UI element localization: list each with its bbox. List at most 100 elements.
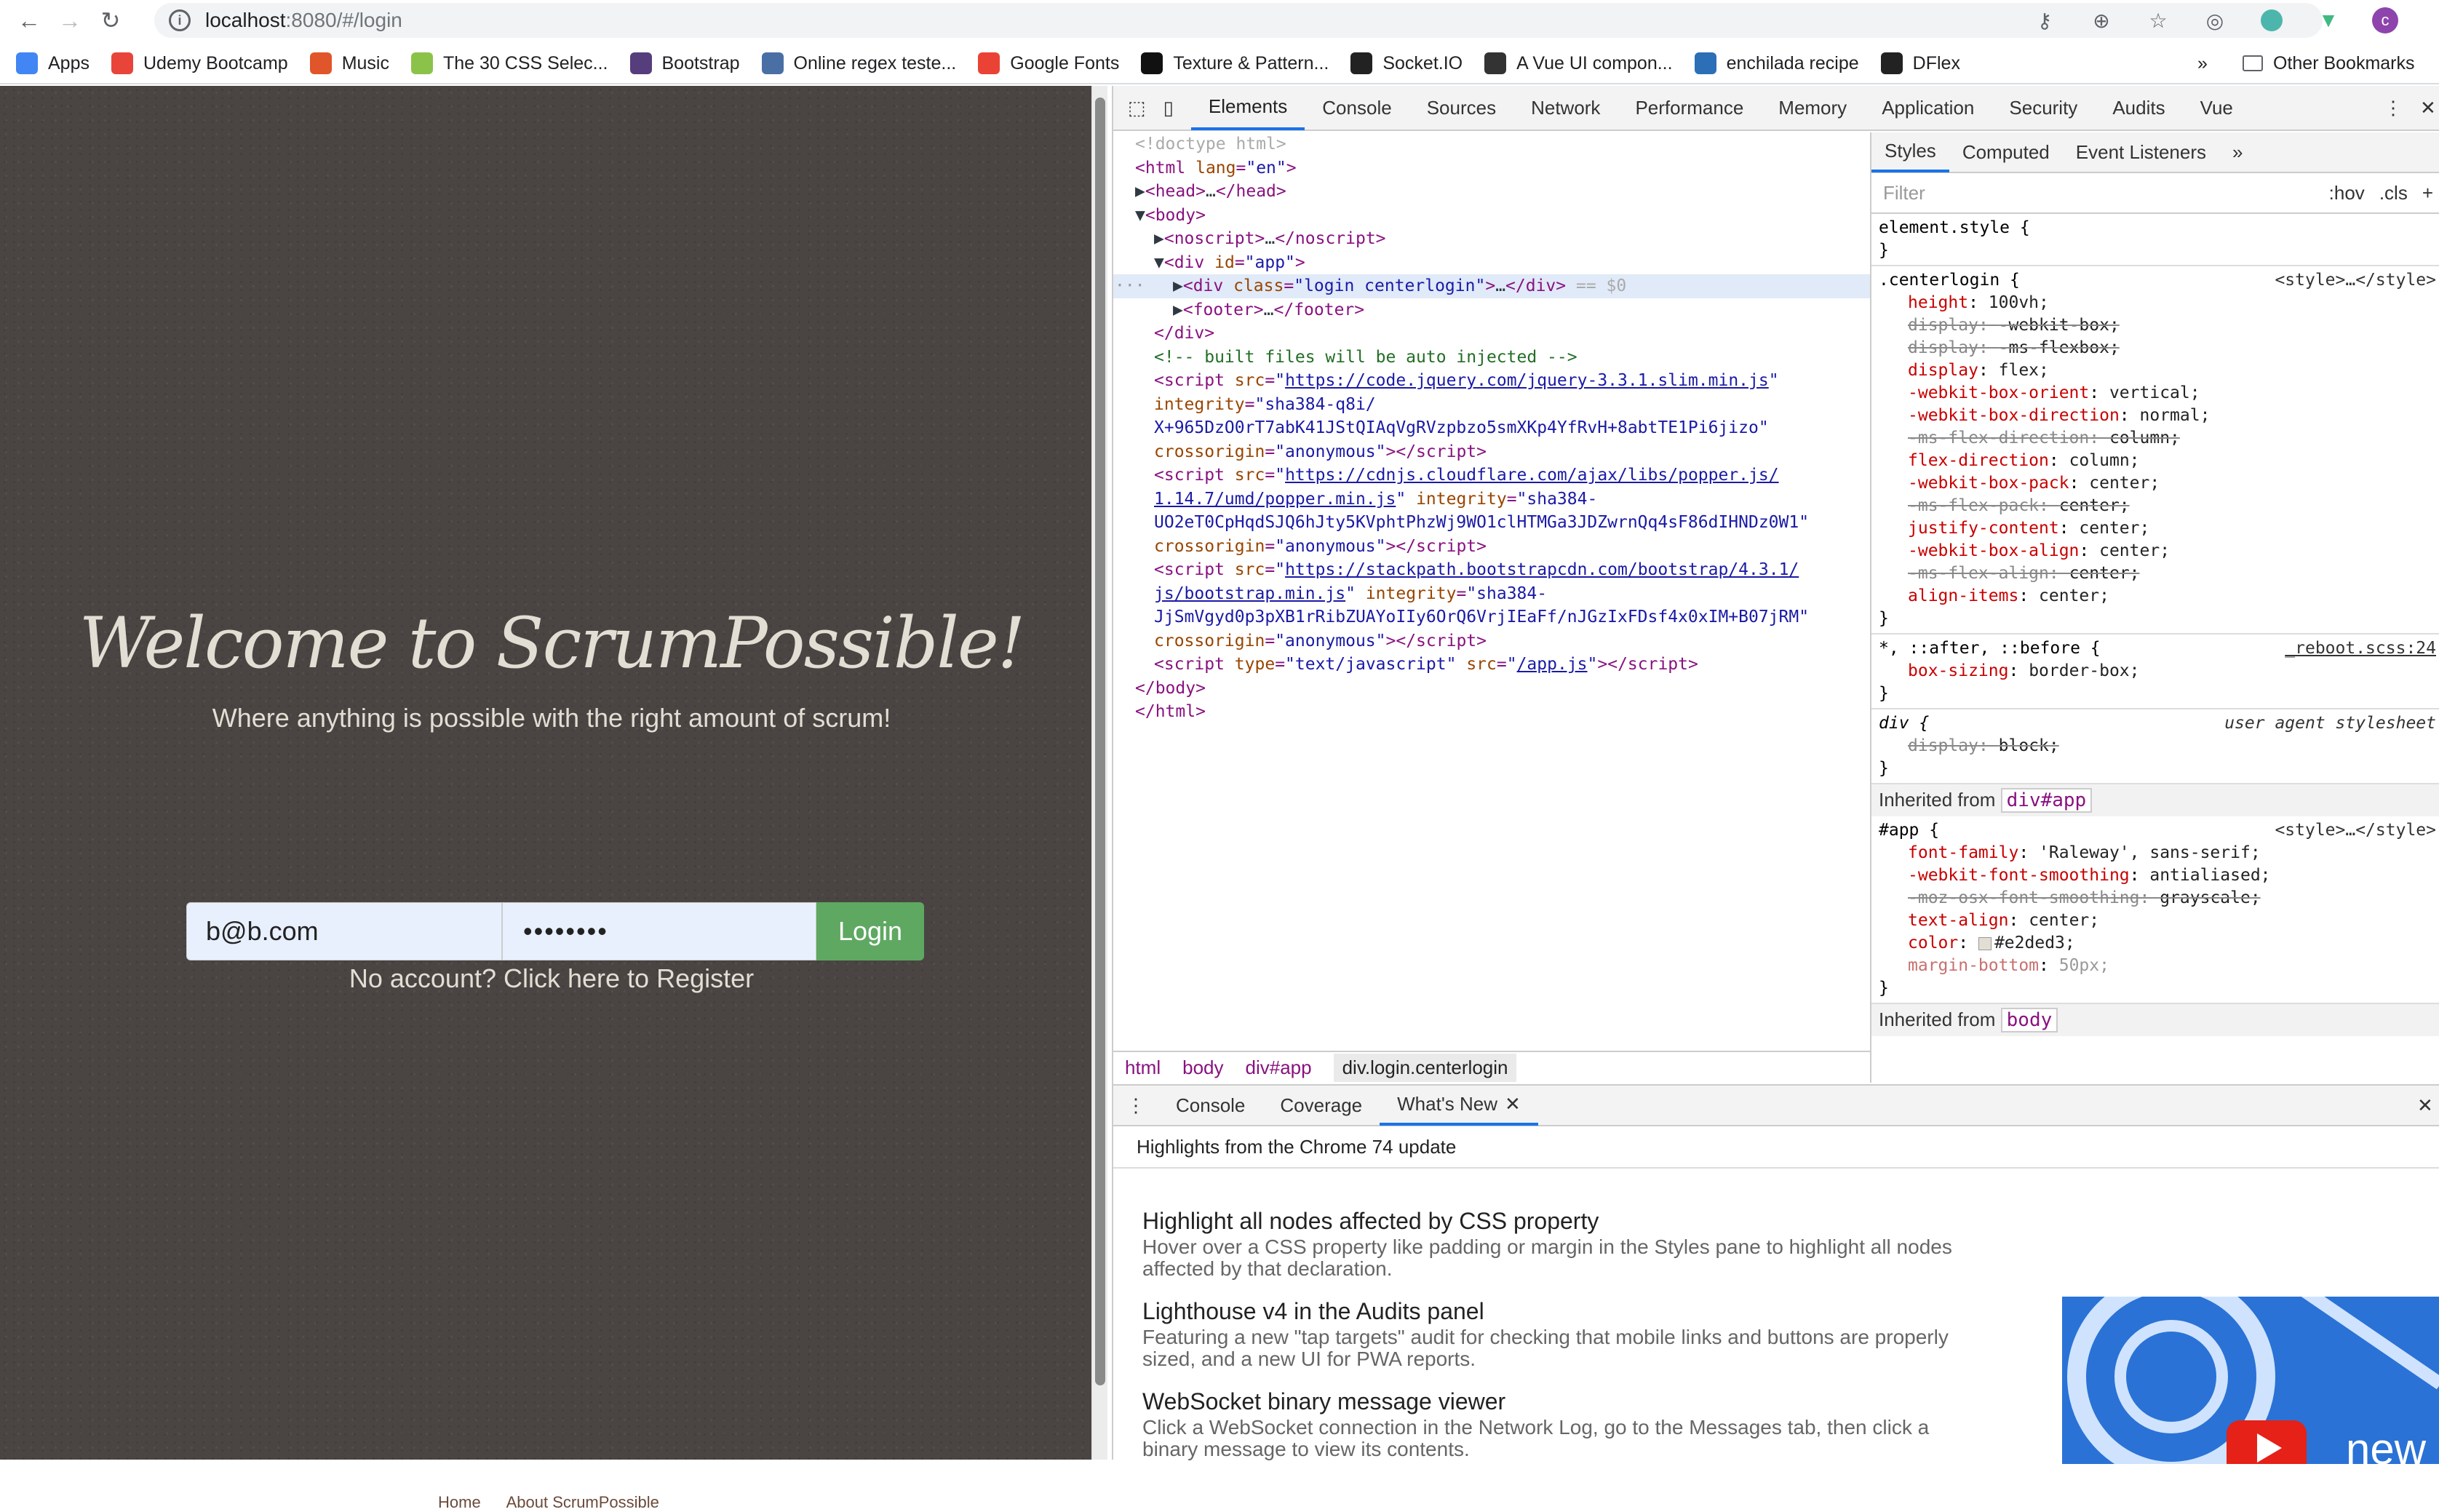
tab-application[interactable]: Application: [1864, 85, 1992, 130]
css-declaration[interactable]: justify-content: center;: [1879, 517, 2433, 540]
css-declaration[interactable]: margin-bottom: 50px;: [1879, 955, 2433, 977]
dom-node[interactable]: ▼<body>: [1113, 204, 1870, 228]
cls-toggle[interactable]: .cls: [2379, 182, 2408, 204]
dom-node[interactable]: <html lang="en">: [1113, 156, 1870, 180]
css-declaration[interactable]: -webkit-box-direction: normal;: [1879, 405, 2433, 427]
close-tab-icon[interactable]: ✕: [1505, 1093, 1521, 1115]
css-declaration[interactable]: -webkit-box-pack: center;: [1879, 472, 2433, 495]
styles-filter-input[interactable]: Filter: [1883, 182, 1925, 204]
css-declaration[interactable]: -ms-flex-direction: column;: [1879, 427, 2433, 450]
scrollbar-thumb[interactable]: [1095, 98, 1105, 1385]
css-source-link[interactable]: <style>…</style>: [2275, 819, 2436, 842]
dom-node[interactable]: </div>: [1113, 322, 1870, 346]
css-source-link[interactable]: user agent stylesheet: [2224, 712, 2436, 735]
reload-icon[interactable]: ↻: [90, 0, 131, 41]
other-bookmarks[interactable]: Other Bookmarks: [2243, 53, 2415, 74]
dom-node[interactable]: ▶<noscript>…</noscript>: [1113, 227, 1870, 251]
dom-node[interactable]: ▶<footer>…</footer>: [1113, 298, 1870, 322]
dom-node[interactable]: <!-- built files will be auto injected -…: [1113, 346, 1870, 370]
bookmark-item[interactable]: DFlex: [1880, 52, 1960, 74]
css-declaration[interactable]: -ms-flex-align: center;: [1879, 562, 2433, 585]
dom-node[interactable]: ▼<div id="app">: [1113, 251, 1870, 275]
drawer-tab-what-s-new[interactable]: What's New ✕: [1380, 1085, 1538, 1126]
hov-toggle[interactable]: :hov: [2329, 182, 2365, 204]
password-field[interactable]: ••••••••: [502, 902, 816, 960]
bookmark-item[interactable]: Google Fonts: [978, 52, 1119, 74]
breadcrumb-item[interactable]: div.login.centerlogin: [1333, 1053, 1517, 1082]
drawer-menu-icon[interactable]: ⋮: [1113, 1085, 1158, 1126]
tab-performance[interactable]: Performance: [1618, 85, 1761, 130]
drawer-close-icon[interactable]: ✕: [2400, 1085, 2439, 1126]
css-declaration[interactable]: align-items: center;: [1879, 585, 2433, 608]
styles-tab-event-listeners[interactable]: Event Listeners: [2063, 132, 2219, 172]
back-icon[interactable]: ←: [9, 0, 49, 41]
css-declaration[interactable]: display: block;: [1879, 735, 2433, 757]
bookmark-item[interactable]: Apps: [16, 52, 89, 74]
css-declaration[interactable]: box-sizing: border-box;: [1879, 660, 2433, 683]
extension-2-icon[interactable]: [2257, 6, 2286, 35]
footer-about-link[interactable]: About ScrumPossible: [506, 1493, 659, 1511]
tab-network[interactable]: Network: [1513, 85, 1618, 130]
bookmark-item[interactable]: Socket.IO: [1350, 52, 1463, 74]
info-icon[interactable]: i: [169, 9, 191, 31]
page-scrollbar[interactable]: [1091, 86, 1107, 1460]
dom-node[interactable]: integrity="sha384-q8i/: [1113, 393, 1870, 417]
breadcrumb-item[interactable]: body: [1182, 1057, 1223, 1079]
forward-icon[interactable]: →: [49, 0, 90, 41]
css-declaration[interactable]: -ms-flex-pack: center;: [1879, 495, 2433, 517]
inherited-body-box[interactable]: body: [2000, 1008, 2058, 1032]
menu-kebab-icon[interactable]: ⋮: [2427, 6, 2439, 35]
css-source-link[interactable]: _reboot.scss:24: [2285, 637, 2436, 660]
dom-node[interactable]: <script src="https://stackpath.bootstrap…: [1113, 558, 1870, 582]
dom-node[interactable]: <script type="text/javascript" src="/app…: [1113, 653, 1870, 677]
css-declaration[interactable]: color: #e2ded3;: [1879, 932, 2433, 955]
css-declaration[interactable]: display: -webkit-box;: [1879, 314, 2433, 337]
devtools-close-icon[interactable]: ✕: [2403, 85, 2439, 130]
styles-tab-styles[interactable]: Styles: [1871, 132, 1949, 172]
bookmark-item[interactable]: enchilada recipe: [1694, 52, 1859, 74]
css-declaration[interactable]: display: flex;: [1879, 359, 2433, 382]
dom-node[interactable]: X+965DzO0rT7abK41JStQIAqVgRVzpbzo5smXKp4…: [1113, 416, 1870, 440]
css-declaration[interactable]: font-family: 'Raleway', sans-serif;: [1879, 842, 2433, 864]
breadcrumb-item[interactable]: html: [1125, 1057, 1161, 1079]
email-field[interactable]: b@b.com: [186, 902, 502, 960]
tab-security[interactable]: Security: [1992, 85, 2095, 130]
tab-audits[interactable]: Audits: [2095, 85, 2182, 130]
url-text[interactable]: localhost:8080/#/login: [205, 9, 402, 32]
dom-node[interactable]: crossorigin="anonymous"></script>: [1113, 535, 1870, 559]
css-source-link[interactable]: <style>…</style>: [2275, 269, 2436, 292]
whats-new-item[interactable]: Highlight all nodes affected by CSS prop…: [1142, 1208, 1972, 1280]
zoom-icon[interactable]: ⊕: [2087, 6, 2116, 35]
bookmark-item[interactable]: The 30 CSS Selec...: [410, 52, 608, 74]
key-icon[interactable]: ⚷: [2030, 6, 2059, 35]
vue-devtools-icon[interactable]: ▼: [2314, 6, 2343, 35]
styles-more-icon[interactable]: »: [2219, 132, 2256, 172]
register-link[interactable]: No account? Click here to Register: [0, 963, 1103, 994]
login-button[interactable]: Login: [816, 902, 924, 960]
bookmark-item[interactable]: Udemy Bootcamp: [111, 52, 288, 74]
css-declaration[interactable]: height: 100vh;: [1879, 292, 2433, 314]
drawer-tab-coverage[interactable]: Coverage: [1262, 1085, 1380, 1126]
styles-tab-computed[interactable]: Computed: [1949, 132, 2063, 172]
bookmark-item[interactable]: Music: [309, 52, 389, 74]
dom-node-selected[interactable]: ··· ▶<div class="login centerlogin">…</di…: [1113, 274, 1870, 298]
add-rule-icon[interactable]: +: [2422, 182, 2433, 204]
chrome-74-promo-video[interactable]: new: [2062, 1297, 2439, 1464]
bookmark-item[interactable]: A Vue UI compon...: [1484, 52, 1673, 74]
dom-node[interactable]: <script src="https://cdnjs.cloudflare.co…: [1113, 463, 1870, 488]
dom-node[interactable]: </body>: [1113, 677, 1870, 701]
bookmark-item[interactable]: Texture & Pattern...: [1141, 52, 1329, 74]
whats-new-item[interactable]: Lighthouse v4 in the Audits panel Featuri…: [1142, 1298, 1972, 1370]
device-toolbar-icon[interactable]: ▯: [1156, 85, 1191, 130]
css-declaration[interactable]: flex-direction: column;: [1879, 450, 2433, 472]
css-declaration[interactable]: text-align: center;: [1879, 910, 2433, 932]
tab-sources[interactable]: Sources: [1409, 85, 1513, 130]
dom-node[interactable]: <script src="https://code.jquery.com/jqu…: [1113, 369, 1870, 393]
dom-node[interactable]: 1.14.7/umd/popper.min.js" integrity="sha…: [1113, 488, 1870, 512]
css-declaration[interactable]: -webkit-font-smoothing: antialiased;: [1879, 864, 2433, 887]
css-declaration[interactable]: display: -ms-flexbox;: [1879, 337, 2433, 359]
dom-node[interactable]: <!doctype html>: [1113, 132, 1870, 156]
tab-console[interactable]: Console: [1305, 85, 1409, 130]
tab-elements[interactable]: Elements: [1190, 85, 1305, 130]
css-declaration[interactable]: -webkit-box-align: center;: [1879, 540, 2433, 562]
